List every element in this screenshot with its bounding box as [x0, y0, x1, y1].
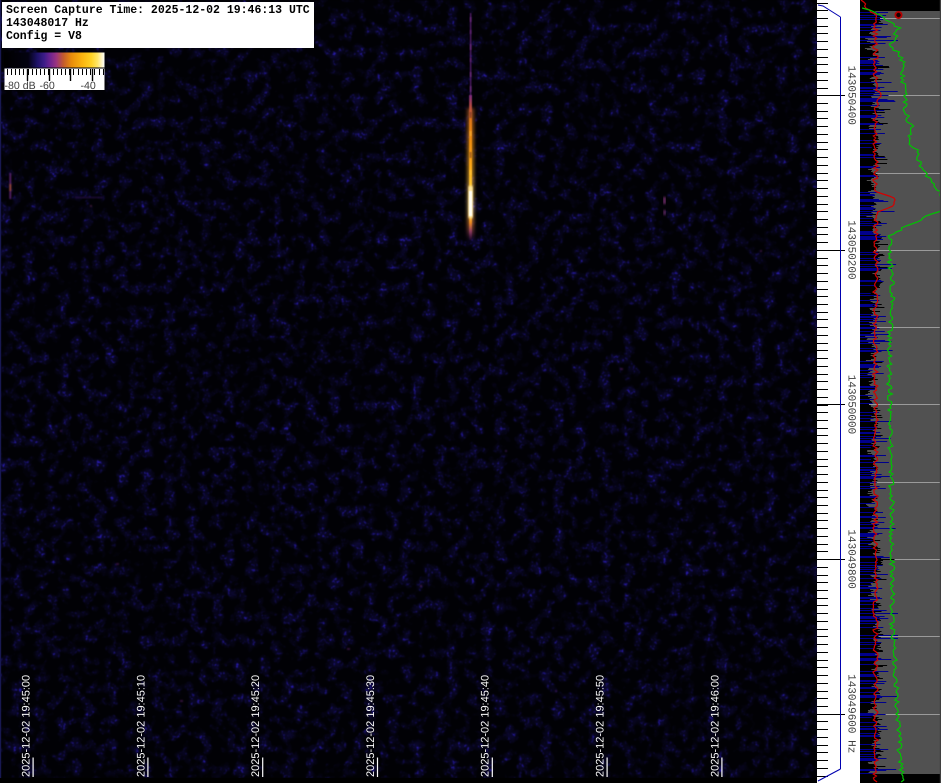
svg-text:2025-12-02 19:45:40: 2025-12-02 19:45:40 [480, 675, 492, 777]
svg-text:143050200: 143050200 [845, 220, 857, 279]
svg-text:143049600 Hz: 143049600 Hz [845, 674, 857, 753]
svg-text:2025-12-02 19:46:00: 2025-12-02 19:46:00 [709, 675, 721, 777]
svg-text:143049800: 143049800 [845, 529, 857, 588]
svg-text:-80 dB: -80 dB [5, 80, 36, 92]
svg-text:2025-12-02 19:45:10: 2025-12-02 19:45:10 [135, 675, 147, 777]
svg-text:143050000: 143050000 [845, 375, 857, 434]
svg-text:143050400: 143050400 [845, 66, 857, 125]
svg-text:2025-12-02 19:45:20: 2025-12-02 19:45:20 [250, 675, 262, 777]
svg-text:-60: -60 [40, 80, 55, 92]
svg-text:-40: -40 [81, 80, 96, 92]
svg-text:2025-12-02 19:45:00: 2025-12-02 19:45:00 [21, 675, 33, 777]
svg-text:2025-12-02 19:45:30: 2025-12-02 19:45:30 [365, 675, 377, 777]
svg-text:2025-12-02 19:45:50: 2025-12-02 19:45:50 [595, 675, 607, 777]
